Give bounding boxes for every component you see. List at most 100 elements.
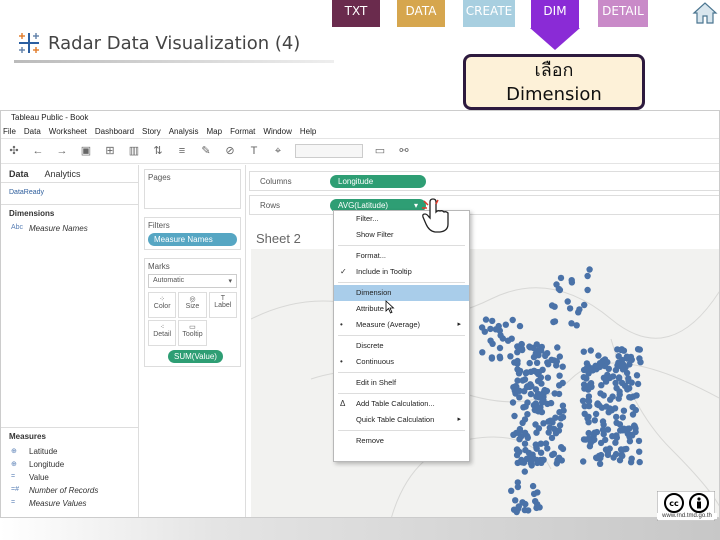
measure-label: Longitude — [29, 460, 65, 469]
map-point — [613, 413, 620, 421]
map-point — [533, 444, 540, 451]
measure-item[interactable]: = Value — [1, 471, 138, 484]
menu-data[interactable]: Data — [24, 125, 41, 138]
measure-item[interactable]: =# Number of Records — [1, 484, 138, 497]
measure-item[interactable]: ⊕ Longitude — [1, 458, 138, 471]
menu-item-format[interactable]: Format... — [334, 248, 469, 264]
label-icon[interactable]: T — [247, 145, 261, 157]
group-icon[interactable]: ⊘ — [223, 145, 237, 157]
color-button[interactable]: ⁘ Color — [148, 292, 177, 318]
highlight-icon[interactable]: ✎ — [199, 145, 213, 157]
menu-item-add-table-calculation[interactable]: Δ Add Table Calculation... — [334, 396, 469, 412]
tab-dim[interactable]: DIM — [531, 0, 579, 28]
measure-label: Value — [29, 473, 49, 482]
pages-label: Pages — [148, 173, 171, 182]
sort-icon[interactable]: ≡ — [175, 145, 189, 157]
pin-icon[interactable]: ⌖ — [271, 145, 285, 157]
menu-item-edit-in-shelf[interactable]: Edit in Shelf — [334, 375, 469, 391]
map-point — [595, 352, 602, 359]
map-point — [636, 355, 643, 362]
map-point — [524, 411, 531, 418]
filter-pill[interactable]: Measure Names — [148, 233, 237, 246]
tableau-toolbar-icon[interactable]: ✣ — [7, 145, 21, 157]
map-point — [602, 377, 610, 384]
label-button[interactable]: T Label — [208, 292, 237, 318]
marks-sum-pill[interactable]: SUM(Value) — [168, 350, 223, 363]
menu-item-include-in-tooltip[interactable]: ✓ Include in Tooltip — [334, 264, 469, 280]
map-point — [495, 322, 502, 330]
map-point — [587, 380, 595, 387]
menu-help[interactable]: Help — [300, 125, 316, 138]
measure-item[interactable]: = Measure Values — [1, 497, 138, 510]
new-sheet-icon[interactable]: ⊞ — [103, 145, 117, 157]
fit-combo[interactable] — [295, 144, 363, 158]
map-point — [527, 381, 534, 388]
map-point — [533, 504, 540, 512]
map-point — [559, 413, 567, 421]
measure-item[interactable]: ⊕ Latitude — [1, 445, 138, 458]
map-point — [516, 322, 524, 330]
tab-detail[interactable]: DETAIL — [598, 0, 648, 27]
menu-format[interactable]: Format — [230, 125, 255, 138]
map-point — [619, 414, 626, 421]
menu-story[interactable]: Story — [142, 125, 161, 138]
columns-pill[interactable]: Longitude — [330, 174, 426, 188]
menu-map[interactable]: Map — [207, 125, 223, 138]
map-point — [478, 324, 486, 331]
dim-pointer-arrow — [530, 28, 580, 50]
menu-item-remove[interactable]: Remove — [334, 433, 469, 449]
home-icon[interactable] — [692, 1, 718, 25]
filters-card: Filters Measure Names — [144, 217, 241, 250]
map-view[interactable] — [251, 249, 720, 518]
datasource[interactable]: DataReady — [1, 183, 138, 205]
tooltip-button[interactable]: ▭ Tooltip — [178, 320, 207, 346]
menu-worksheet[interactable]: Worksheet — [49, 125, 87, 138]
presentation-icon[interactable]: ▭ — [373, 145, 387, 157]
map-point — [595, 452, 603, 460]
map-point — [512, 383, 519, 390]
share-icon[interactable]: ⚯ — [397, 145, 411, 157]
map-point — [581, 385, 588, 392]
map-point — [541, 386, 548, 394]
menu-window[interactable]: Window — [263, 125, 291, 138]
marks-type-select[interactable]: Automatic ▾ — [148, 274, 237, 288]
menu-item-discrete[interactable]: Discrete — [334, 338, 469, 354]
menu-analysis[interactable]: Analysis — [169, 125, 199, 138]
menu-item-label: Measure (Average) — [356, 320, 421, 329]
save-icon[interactable]: ▣ — [79, 145, 93, 157]
back-icon[interactable]: ← — [31, 145, 45, 157]
map-point — [551, 318, 559, 325]
bullet-icon: • — [340, 357, 343, 366]
map-point — [522, 500, 529, 508]
menu-dashboard[interactable]: Dashboard — [95, 125, 134, 138]
menu-item-continuous[interactable]: • Continuous — [334, 354, 469, 370]
menu-separator — [338, 430, 465, 431]
tab-data[interactable]: DATA — [397, 0, 445, 27]
map-point — [551, 390, 558, 397]
map-point — [512, 497, 519, 504]
detail-button[interactable]: ⁖ Detail — [148, 320, 177, 346]
size-button[interactable]: ◎ Size — [178, 292, 207, 318]
menu-item-attribute[interactable]: Attribute — [334, 301, 469, 317]
map-point — [612, 366, 620, 374]
bar-chart-icon[interactable]: ▥ — [127, 145, 141, 157]
map-point — [600, 421, 607, 428]
tab-data-pane[interactable]: Data — [1, 169, 37, 179]
tab-txt[interactable]: TXT — [332, 0, 380, 27]
forward-icon[interactable]: → — [55, 145, 69, 157]
menu-item-quick-table-calculation[interactable]: Quick Table Calculation ▸ — [334, 412, 469, 428]
dimension-item[interactable]: Abc Measure Names — [1, 222, 138, 235]
menu-item-dimension[interactable]: Dimension — [334, 285, 469, 301]
swap-icon[interactable]: ⇅ — [151, 145, 165, 157]
tab-create[interactable]: CREATE — [463, 0, 515, 27]
menu-item-label: Filter... — [356, 214, 379, 223]
menu-item-measure-average[interactable]: • Measure (Average) ▸ — [334, 317, 469, 333]
rows-shelf: Rows AVG(Latitude) ▾ — [249, 195, 719, 215]
menu-file[interactable]: File — [3, 125, 16, 138]
map-point — [613, 384, 620, 392]
abc-icon: Abc — [11, 224, 24, 231]
map-point — [514, 483, 522, 491]
tab-analytics[interactable]: Analytics — [37, 169, 89, 179]
map-point — [533, 341, 540, 348]
map-point — [585, 435, 592, 442]
